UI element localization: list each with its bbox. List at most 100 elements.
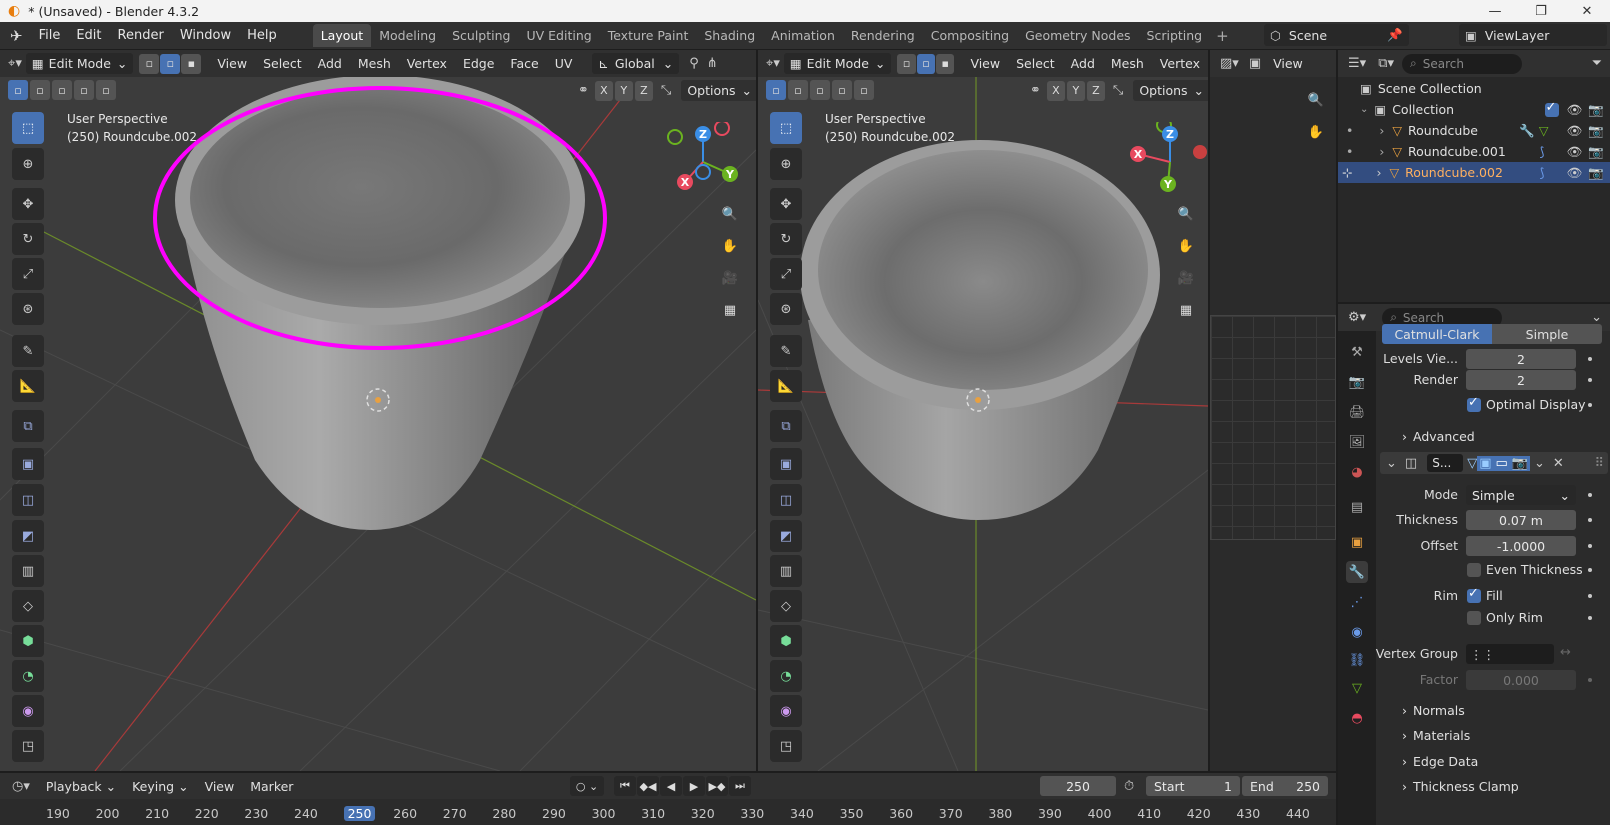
options-dropdown[interactable]: Options ⌄ <box>681 80 756 101</box>
shear-tool[interactable]: ◳ <box>12 730 44 762</box>
bevel-tool[interactable]: ◩ <box>770 520 802 552</box>
add-workspace-icon[interactable]: + <box>1210 27 1235 45</box>
edge-select-button[interactable]: ▫ <box>916 53 936 74</box>
camera-icon[interactable]: 📷 <box>1588 123 1604 139</box>
editor-type-icon[interactable]: ⌖▾ <box>758 56 784 71</box>
add-cube-tool[interactable]: ⧉ <box>770 410 802 442</box>
mirror-y-button[interactable]: Y <box>614 80 633 101</box>
jump-start-icon[interactable]: ⏮ <box>614 776 636 796</box>
spin-tool[interactable]: ◔ <box>770 660 802 692</box>
keyframe-dot[interactable] <box>1588 568 1592 572</box>
edge-data-section[interactable]: › Edge Data <box>1402 754 1478 769</box>
select-subtract-button[interactable]: ▫ <box>52 80 72 100</box>
pin-icon[interactable]: 📌 <box>1387 27 1403 43</box>
normals-section[interactable]: › Normals <box>1402 703 1465 718</box>
shear-tool[interactable]: ◳ <box>770 730 802 762</box>
grid-icon[interactable]: ▦ <box>716 296 744 324</box>
knife-tool[interactable]: ◇ <box>12 590 44 622</box>
keyframe-dot[interactable] <box>1588 678 1592 682</box>
tab-uv-editing[interactable]: UV Editing <box>518 24 599 47</box>
smooth-tool[interactable]: ◉ <box>12 695 44 727</box>
constraints-tab-icon[interactable]: ⛓ <box>1346 649 1368 671</box>
select-box-tool[interactable]: ⬚ <box>770 112 802 144</box>
outliner-row-roundcube[interactable]: • › ▽ Roundcube 🔧 ▽ 👁 📷 <box>1338 120 1610 141</box>
tab-sculpting[interactable]: Sculpting <box>444 24 518 47</box>
play-icon[interactable]: ▶ <box>683 776 705 796</box>
keyframe-dot[interactable] <box>1588 378 1592 382</box>
editor-type-icon[interactable]: ⌖▾ <box>0 56 26 71</box>
menu-mesh[interactable]: Mesh <box>1103 56 1152 71</box>
physics-tab-icon[interactable]: ◉ <box>1346 621 1368 643</box>
rim-fill-checkbox[interactable] <box>1467 586 1481 603</box>
pan-hand-icon[interactable]: ✋ <box>716 232 744 260</box>
cage-toggle-icon[interactable]: ▣ <box>1477 455 1494 471</box>
grid-icon[interactable]: ▦ <box>1172 296 1200 324</box>
jump-keyframe-forward-icon[interactable]: ▶◆ <box>706 776 728 796</box>
scene-tab-icon[interactable]: ◕ <box>1346 461 1368 483</box>
edge-select-button[interactable]: ▫ <box>160 53 181 74</box>
thickness-clamp-section[interactable]: › Thickness Clamp <box>1402 779 1519 794</box>
viewport-left[interactable]: ⌖▾ ▦ Edit Mode ⌄ ▫ ▫ ▪ View Select Add Mes… <box>0 50 756 771</box>
chevron-down-icon[interactable]: ⌄ <box>1534 456 1545 471</box>
options-dropdown[interactable]: Options ⌄ <box>1133 80 1208 101</box>
image-editor[interactable]: ▨▾ ▣ View 🔍 ✋ <box>1210 50 1336 771</box>
end-frame-field[interactable]: End 250 <box>1242 776 1328 796</box>
curve-icon[interactable]: ⟆ <box>1540 165 1545 180</box>
camera-icon[interactable]: 📷 <box>1588 165 1604 181</box>
modifier-tab-icon[interactable]: 🔧 <box>1346 561 1368 583</box>
vertex-select-button[interactable]: ▫ <box>897 53 916 74</box>
jump-keyframe-back-icon[interactable]: ◆◀ <box>637 776 659 796</box>
material-tab-icon[interactable]: ◓ <box>1346 707 1368 729</box>
inset-tool[interactable]: ◫ <box>12 484 44 516</box>
drag-handle-icon[interactable]: ⠿ <box>1594 456 1604 471</box>
tab-scripting[interactable]: Scripting <box>1139 24 1211 47</box>
editor-type-icon[interactable]: ▨▾ <box>1210 56 1245 71</box>
move-tool[interactable]: ✥ <box>12 188 44 220</box>
loop-cut-tool[interactable]: ▥ <box>770 555 802 587</box>
loop-cut-tool[interactable]: ▥ <box>12 555 44 587</box>
world-tab-icon[interactable]: ▤ <box>1346 496 1368 518</box>
render-levels-field[interactable]: 2 <box>1466 370 1576 390</box>
render-tab-icon[interactable]: 📷 <box>1346 371 1368 393</box>
eye-icon[interactable]: 👁 <box>1567 123 1583 139</box>
axis-gizmo[interactable]: Z X Y <box>1118 122 1208 202</box>
extrude-tool[interactable]: ▣ <box>770 448 802 480</box>
properties-editor[interactable]: ⚙▾ ⌕ Search ⌄ ⚒ 📷 🖨 🖼 ◕ ▤ ▣ 🔧 ⋰ ◉ ⛓ ▽ ◓ C… <box>1338 304 1610 825</box>
rotate-tool[interactable]: ↻ <box>12 223 44 255</box>
select-intersect-button[interactable]: ▫ <box>74 80 94 100</box>
topology-icon[interactable]: ⤡ <box>1113 83 1123 98</box>
transform-tool[interactable]: ⊛ <box>770 293 802 325</box>
menu-file[interactable]: File <box>31 28 69 43</box>
tab-shading[interactable]: Shading <box>696 24 763 47</box>
menu-uv[interactable]: UV <box>547 56 581 71</box>
select-intersect-button[interactable]: ▫ <box>832 80 852 100</box>
poly-build-tool[interactable]: ⬢ <box>770 625 802 657</box>
levels-viewport-field[interactable]: 2 <box>1466 349 1576 369</box>
thickness-field[interactable]: 0.07 m <box>1466 510 1576 530</box>
data-tab-icon[interactable]: ▽ <box>1346 677 1368 699</box>
keyframe-dot[interactable] <box>1588 616 1592 620</box>
mode-dropdown[interactable]: Simple ⌄ <box>1466 485 1576 505</box>
keyframe-dot[interactable] <box>1588 403 1592 407</box>
advanced-section[interactable]: › Advanced <box>1402 429 1475 444</box>
chevron-down-icon[interactable]: ⌄ <box>1386 456 1397 471</box>
outliner-row-collection[interactable]: ⌄ ▣ Collection 👁 📷 <box>1338 99 1610 120</box>
pivot-icon[interactable]: ⚲ <box>685 56 703 71</box>
offset-field[interactable]: -1.0000 <box>1466 536 1576 556</box>
object-tab-icon[interactable]: ▣ <box>1346 531 1368 553</box>
mode-selector[interactable]: ▦ Edit Mode ⌄ <box>25 53 134 74</box>
chevron-right-icon[interactable]: › <box>1379 144 1384 159</box>
select-invert-button[interactable]: ▫ <box>96 80 116 100</box>
tab-layout[interactable]: Layout <box>312 24 372 47</box>
zoom-icon[interactable]: 🔍 <box>1302 86 1330 114</box>
menu-vertex[interactable]: Vertex <box>399 56 455 71</box>
annotate-tool[interactable]: ✎ <box>770 335 802 367</box>
materials-section[interactable]: › Materials <box>1402 728 1470 743</box>
viewport-right[interactable]: ⌖▾ ▦ Edit Mode ⌄ ▫ ▫ ▪ View Select Add Mes… <box>758 50 1208 771</box>
select-extend-button[interactable]: ▫ <box>788 80 808 100</box>
timeline-ruler[interactable]: 190 200 210 220 230 240 250 260 270 280 290 300 310 3… <box>0 806 1336 824</box>
keyframe-dot[interactable] <box>1588 357 1592 361</box>
keyframe-dot[interactable] <box>1588 594 1592 598</box>
outliner-row-roundcube-002[interactable]: ⊹ › ▽ Roundcube.002 ⟆ 👁 📷 <box>1338 162 1610 183</box>
menu-window[interactable]: Window <box>172 28 239 43</box>
